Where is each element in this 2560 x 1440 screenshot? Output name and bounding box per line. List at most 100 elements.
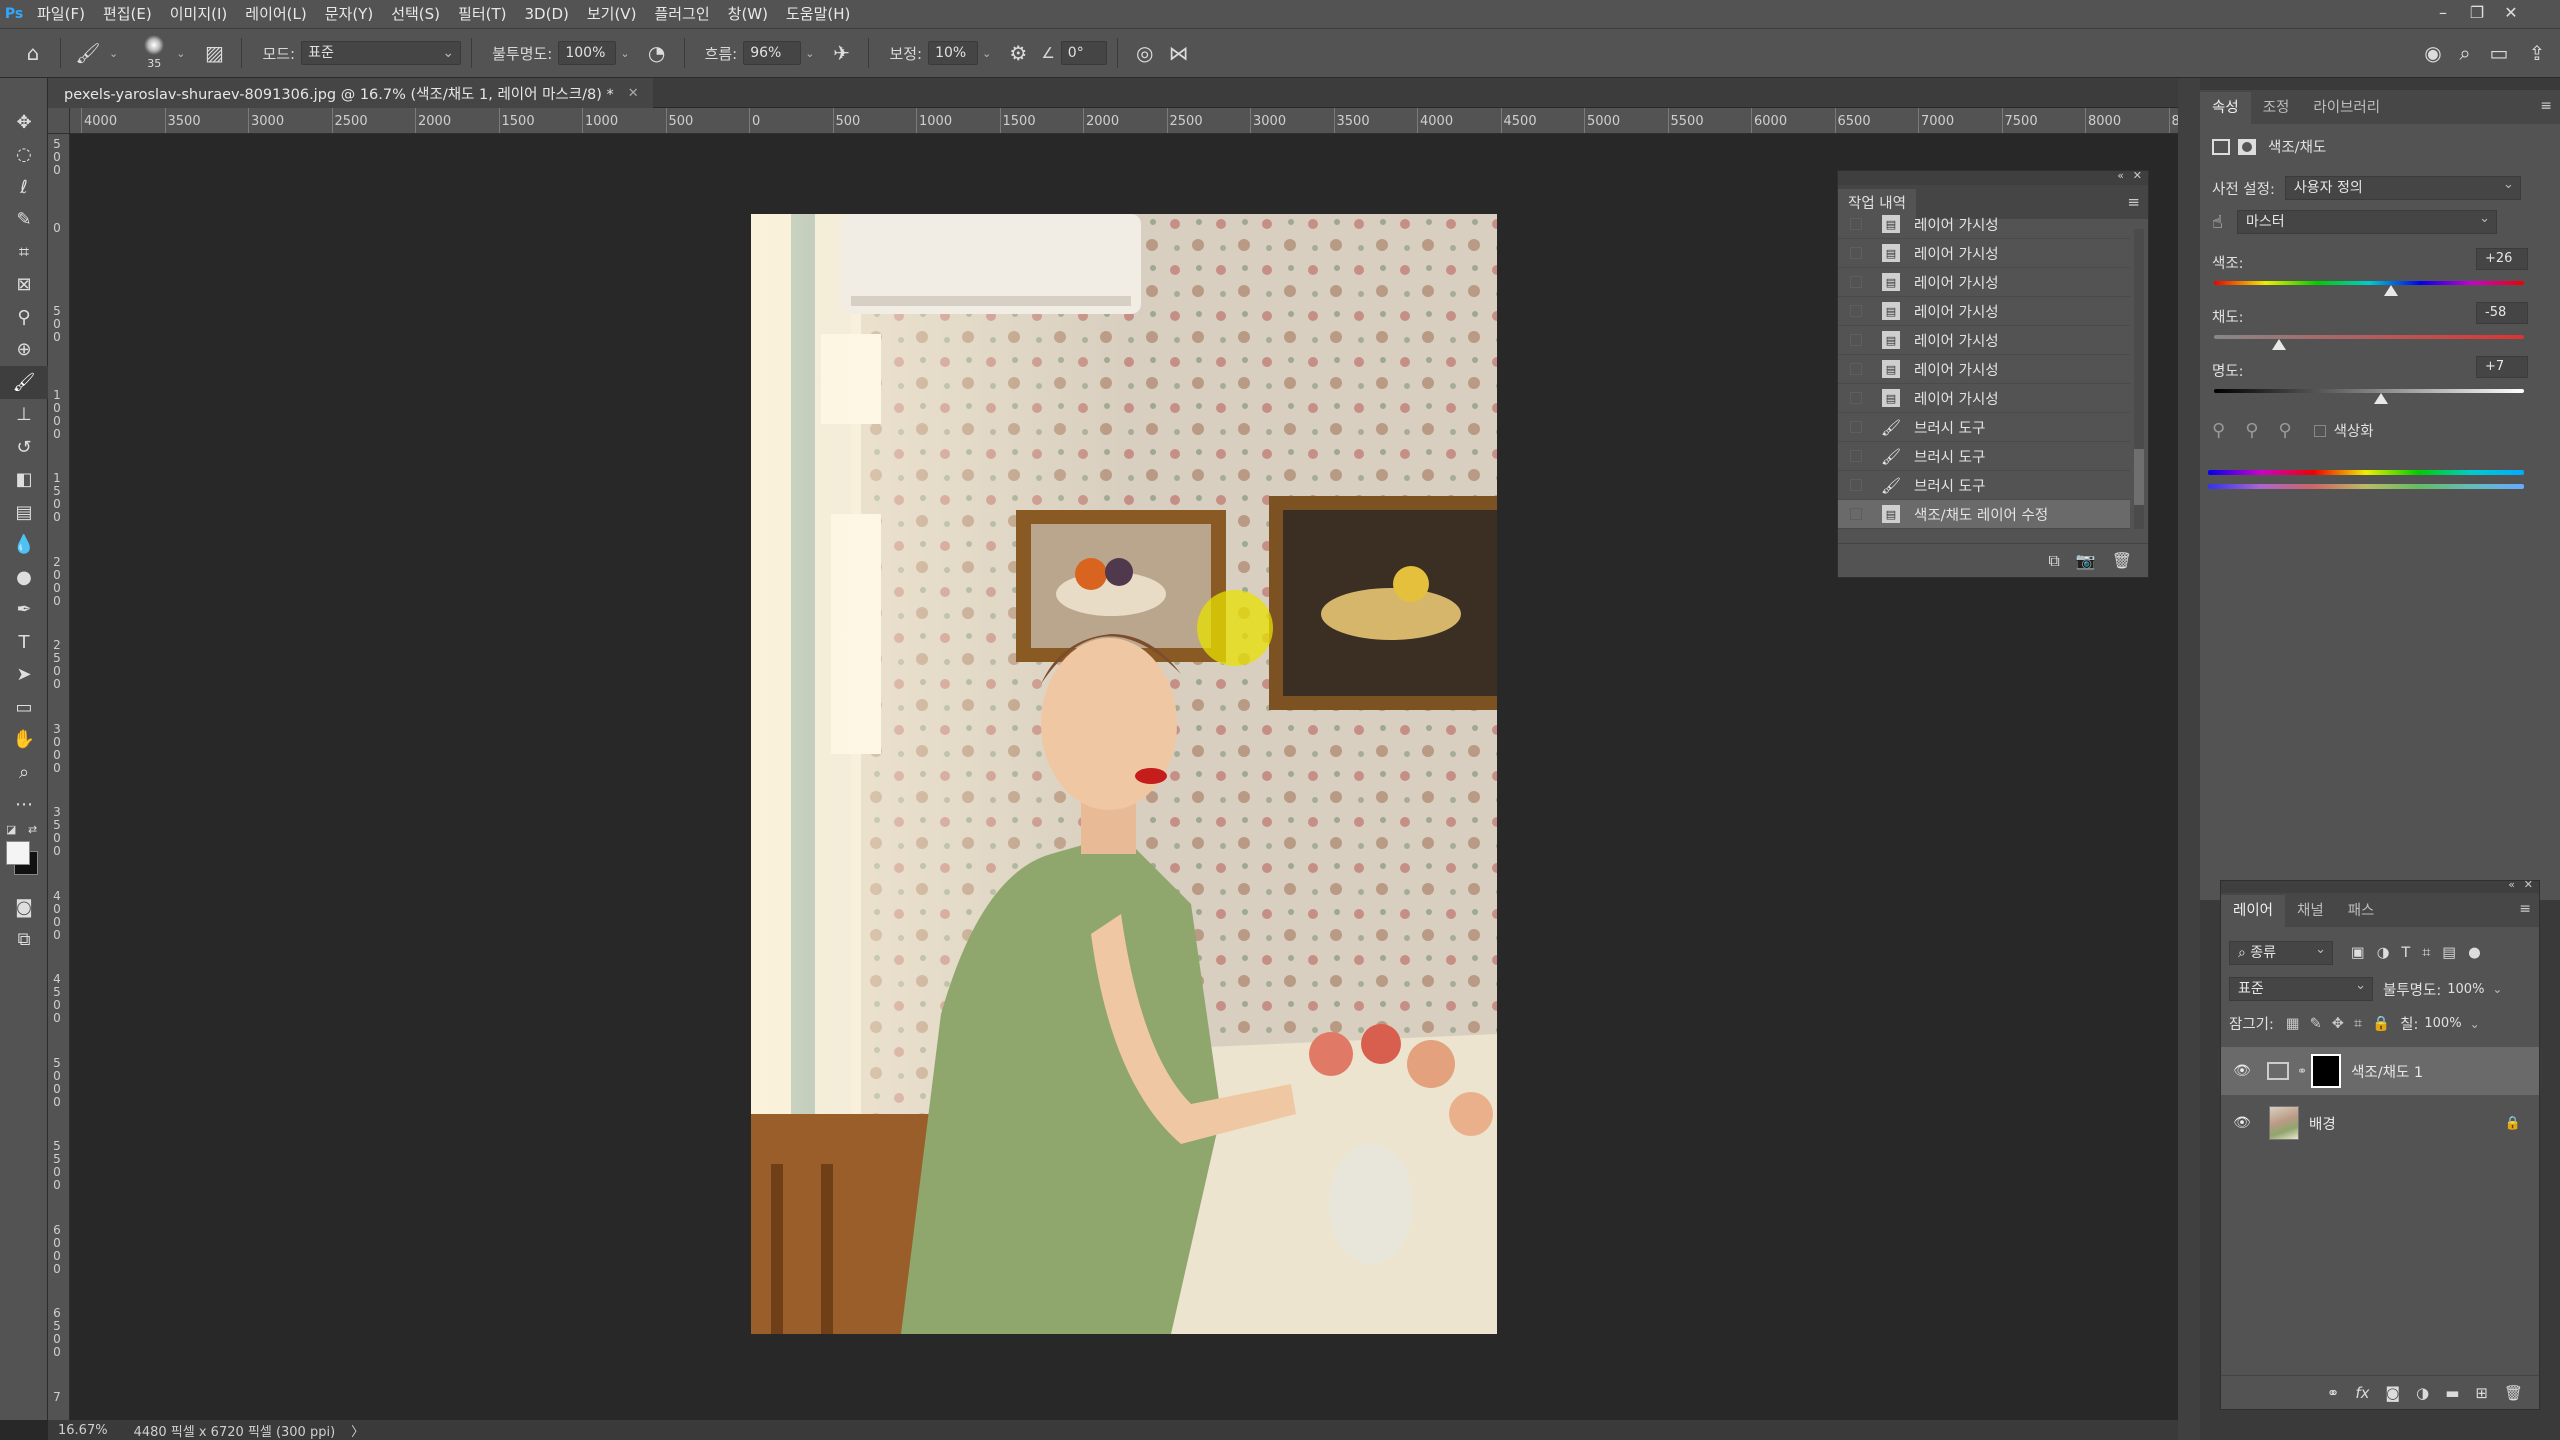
- blur-tool-icon[interactable]: 💧: [0, 529, 48, 562]
- lock-image-icon[interactable]: ✎: [2310, 1016, 2322, 1032]
- history-snapshot-checkbox[interactable]: [1850, 305, 1862, 317]
- filter-toggle-icon[interactable]: ●: [2468, 945, 2481, 961]
- layer-row[interactable]: 👁 배경 🔒: [2221, 1099, 2539, 1147]
- hue-slider-thumb[interactable]: [2383, 285, 2398, 296]
- lock-artboard-icon[interactable]: ⌗: [2354, 1016, 2362, 1032]
- restore-icon[interactable]: ❐: [2460, 0, 2494, 28]
- history-state[interactable]: ▤ 레이어 가시성: [1838, 384, 2130, 413]
- zoom-level[interactable]: 16.67%: [58, 1423, 108, 1438]
- hue-slider[interactable]: [2214, 281, 2524, 285]
- smoothing-settings-gear-icon[interactable]: ⚙: [1001, 41, 1035, 65]
- pen-tool-icon[interactable]: ✒: [0, 594, 48, 627]
- menu-item[interactable]: 필터(T): [449, 0, 515, 28]
- more-tools-icon[interactable]: ⋯: [0, 789, 48, 822]
- menu-item[interactable]: 플러그인: [645, 0, 718, 28]
- layer-row[interactable]: 👁 ⚭ 색조/채도 1: [2221, 1047, 2539, 1095]
- flow-field[interactable]: 96%: [743, 41, 802, 65]
- properties-menu-icon[interactable]: ≡: [2540, 98, 2552, 114]
- history-snapshot-checkbox[interactable]: [1850, 508, 1862, 520]
- menu-item[interactable]: 이미지(I): [161, 0, 237, 28]
- dodge-tool-icon[interactable]: ●: [0, 561, 48, 594]
- history-state[interactable]: 🖌 브러시 도구: [1838, 442, 2130, 471]
- filter-type-icon[interactable]: T: [2401, 945, 2410, 961]
- close-layers-icon[interactable]: ✕: [2524, 878, 2533, 891]
- eyedropper-icon[interactable]: ⚲: [2212, 420, 2225, 441]
- history-snapshot-checkbox[interactable]: [1850, 450, 1862, 462]
- fill-chevron-icon[interactable]: ⌄: [2470, 1017, 2480, 1031]
- layer-lock-icon[interactable]: 🔒: [2505, 1116, 2521, 1131]
- history-state[interactable]: ▤ 색조/채도 레이어 수정: [1838, 500, 2130, 529]
- lock-transparent-icon[interactable]: ▦: [2286, 1016, 2300, 1032]
- marquee-tool-icon[interactable]: ◌: [0, 139, 48, 172]
- new-adjustment-layer-icon[interactable]: ◑: [2416, 1384, 2429, 1402]
- layer-style-fx-icon[interactable]: fx: [2355, 1384, 2369, 1402]
- link-layers-icon[interactable]: ⚭: [2327, 1384, 2340, 1402]
- symmetry-butterfly-icon[interactable]: ⋈: [1162, 41, 1196, 65]
- tab-layers-0[interactable]: 레이어: [2221, 895, 2286, 927]
- layer-opacity-chevron-icon[interactable]: ⌄: [2492, 982, 2502, 996]
- new-layer-icon[interactable]: ⊞: [2475, 1384, 2488, 1402]
- history-state[interactable]: ▤ 레이어 가시성: [1838, 326, 2130, 355]
- layer-opacity-value[interactable]: 100%: [2447, 982, 2484, 997]
- history-state[interactable]: ▤ 레이어 가시성: [1838, 355, 2130, 384]
- mask-icon[interactable]: [2238, 138, 2256, 155]
- lightness-value-field[interactable]: +7: [2476, 356, 2528, 378]
- brush-settings-icon[interactable]: ▨: [197, 41, 231, 65]
- snapshot-camera-icon[interactable]: 📷: [2076, 551, 2096, 570]
- add-mask-icon[interactable]: ◙: [2386, 1384, 2401, 1402]
- menu-item[interactable]: 3D(D): [516, 0, 578, 28]
- filter-smart-object-icon[interactable]: ▤: [2442, 945, 2456, 961]
- eyedropper-tool-icon[interactable]: ⚲: [0, 301, 48, 334]
- document-image[interactable]: [751, 214, 1497, 1334]
- gradient-tool-icon[interactable]: ▤: [0, 496, 48, 529]
- adjustment-layer-icon[interactable]: [2212, 138, 2230, 155]
- brush-size-picker[interactable]: 35: [136, 33, 172, 73]
- pressure-opacity-icon[interactable]: ◔: [640, 41, 674, 65]
- history-state[interactable]: 🖌 브러시 도구: [1838, 471, 2130, 500]
- saturation-value-field[interactable]: -58: [2476, 302, 2528, 324]
- new-group-folder-icon[interactable]: ▬: [2445, 1384, 2459, 1402]
- history-state[interactable]: 🖌 브러시 도구: [1838, 413, 2130, 442]
- menu-item[interactable]: 문자(Y): [316, 0, 382, 28]
- menu-item[interactable]: 도움말(H): [777, 0, 859, 28]
- new-document-from-state-icon[interactable]: ⧉: [2048, 551, 2059, 571]
- mode-select[interactable]: 표준 ⌄: [301, 41, 462, 65]
- quick-selection-tool-icon[interactable]: ✎: [0, 204, 48, 237]
- flow-chevron-icon[interactable]: ⌄: [805, 47, 814, 60]
- history-snapshot-checkbox[interactable]: [1850, 218, 1862, 230]
- history-snapshot-checkbox[interactable]: [1850, 363, 1862, 375]
- history-snapshot-checkbox[interactable]: [1850, 479, 1862, 491]
- delete-layer-trash-icon[interactable]: 🗑: [2504, 1384, 2523, 1402]
- history-state[interactable]: ▤ 레이어 가시성: [1838, 297, 2130, 326]
- hue-value-field[interactable]: +26: [2476, 248, 2528, 270]
- history-snapshot-checkbox[interactable]: [1850, 334, 1862, 346]
- filter-shape-icon[interactable]: ⌗: [2422, 945, 2430, 961]
- preset-select[interactable]: 사용자 정의: [2284, 174, 2521, 200]
- lock-position-icon[interactable]: ✥: [2332, 1016, 2344, 1032]
- move-tool-icon[interactable]: ✥: [0, 106, 48, 139]
- colorize-checkbox[interactable]: [2313, 424, 2326, 437]
- smoothing-chevron-icon[interactable]: ⌄: [982, 47, 991, 60]
- frame-tool-icon[interactable]: ⊠: [0, 269, 48, 302]
- lasso-tool-icon[interactable]: ℓ: [0, 171, 48, 204]
- fill-value[interactable]: 100%: [2424, 1016, 2461, 1031]
- delete-state-trash-icon[interactable]: 🗑: [2112, 551, 2132, 570]
- history-snapshot-checkbox[interactable]: [1850, 247, 1862, 259]
- menu-item[interactable]: 편집(E): [94, 0, 161, 28]
- history-state[interactable]: ▤ 레이어 가시성: [1838, 239, 2130, 268]
- filter-pixel-icon[interactable]: ▣: [2351, 945, 2365, 961]
- default-colors-icon[interactable]: ◪: [6, 823, 16, 836]
- minimize-icon[interactable]: –: [2426, 0, 2460, 28]
- lightness-slider-thumb[interactable]: [2374, 393, 2389, 404]
- filter-adjustment-icon[interactable]: ◑: [2377, 945, 2390, 961]
- menu-item[interactable]: 파일(F): [28, 0, 94, 28]
- history-state[interactable]: ▤ 레이어 가시성: [1838, 268, 2130, 297]
- visibility-eye-icon[interactable]: 👁: [2227, 1115, 2257, 1131]
- tab-properties-2[interactable]: 라이브러리: [2301, 92, 2392, 124]
- share-user-icon[interactable]: ◉: [2416, 41, 2450, 65]
- history-state[interactable]: ▤ 레이어 가시성: [1838, 210, 2130, 239]
- opacity-field[interactable]: 100%: [558, 41, 617, 65]
- lightness-slider[interactable]: [2214, 389, 2524, 393]
- collapse-panel-icon[interactable]: «: [2117, 169, 2124, 182]
- tab-properties-0[interactable]: 속성: [2200, 92, 2251, 124]
